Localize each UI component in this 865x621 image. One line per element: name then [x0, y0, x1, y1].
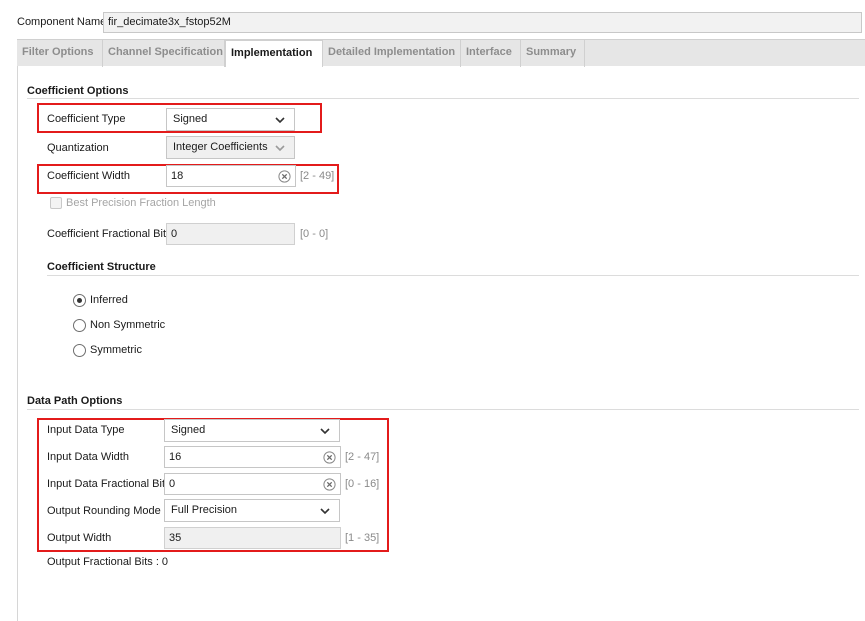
- output-fractional-bits-text: Output Fractional Bits : 0: [47, 556, 169, 568]
- coefficient-fractional-bits-input[interactable]: 0: [166, 223, 295, 245]
- input-data-type-label: Input Data Type: [47, 424, 125, 436]
- input-data-fractional-bits-value: 0: [169, 478, 176, 490]
- radio-symmetric[interactable]: [73, 344, 86, 357]
- output-rounding-mode-label: Output Rounding Mode: [47, 505, 161, 517]
- tab-summary[interactable]: Summary: [521, 40, 585, 67]
- output-rounding-mode-value: Full Precision: [171, 504, 238, 516]
- coefficient-options-title: Coefficient Options: [27, 85, 129, 97]
- component-name-field[interactable]: fir_decimate3x_fstop52M: [103, 12, 862, 33]
- output-width-input[interactable]: 35: [164, 527, 341, 549]
- output-width-range: [1 - 35]: [345, 532, 380, 544]
- coefficient-structure-title: Coefficient Structure: [47, 261, 156, 273]
- chevron-down-icon: [274, 114, 286, 126]
- clear-icon[interactable]: [323, 451, 336, 464]
- output-width-label: Output Width: [47, 532, 112, 544]
- radio-inferred-label: Inferred: [90, 294, 128, 306]
- coefficient-fractional-bits-value: 0: [171, 228, 178, 240]
- coefficient-width-input[interactable]: 18: [166, 165, 296, 187]
- output-width-value: 35: [169, 532, 182, 544]
- quantization-label: Quantization: [47, 142, 109, 154]
- coefficient-width-label: Coefficient Width: [47, 170, 130, 182]
- quantization-value: Integer Coefficients: [173, 141, 268, 153]
- tab-channel-specification[interactable]: Channel Specification: [103, 40, 225, 67]
- tab-interface[interactable]: Interface: [461, 40, 521, 67]
- data-path-options-title: Data Path Options: [27, 395, 123, 407]
- input-data-width-range: [2 - 47]: [345, 451, 380, 463]
- tab-detailed-implementation[interactable]: Detailed Implementation: [323, 40, 461, 67]
- input-data-width-value: 16: [169, 451, 182, 463]
- input-data-fractional-bits-input[interactable]: 0: [164, 473, 341, 495]
- tab-filter-options[interactable]: Filter Options: [17, 40, 103, 67]
- coefficient-type-label: Coefficient Type: [47, 113, 126, 125]
- coefficient-width-value: 18: [171, 170, 184, 182]
- coefficient-width-range: [2 - 49]: [300, 170, 335, 182]
- chevron-down-icon: [319, 425, 331, 437]
- quantization-select[interactable]: Integer Coefficients: [166, 136, 295, 159]
- divider: [47, 275, 859, 276]
- input-data-width-label: Input Data Width: [47, 451, 129, 463]
- tab-bar: Filter Options Channel Specification Imp…: [17, 39, 865, 67]
- input-data-fractional-bits-range: [0 - 16]: [345, 478, 380, 490]
- coefficient-fractional-bits-label: Coefficient Fractional Bits: [47, 228, 172, 240]
- input-data-type-value: Signed: [171, 424, 206, 436]
- radio-symmetric-label: Symmetric: [90, 344, 142, 356]
- best-precision-label: Best Precision Fraction Length: [66, 197, 216, 209]
- radio-non-symmetric[interactable]: [73, 319, 86, 332]
- radio-inferred[interactable]: [73, 294, 86, 307]
- input-data-fractional-bits-label: Input Data Fractional Bits: [47, 478, 171, 490]
- divider: [27, 409, 859, 410]
- tab-implementation[interactable]: Implementation: [225, 40, 323, 67]
- chevron-down-icon: [319, 505, 331, 517]
- chevron-down-icon: [274, 142, 286, 154]
- radio-non-symmetric-label: Non Symmetric: [90, 319, 166, 331]
- coefficient-type-value: Signed: [173, 113, 208, 125]
- best-precision-checkbox[interactable]: [50, 197, 62, 209]
- coefficient-type-select[interactable]: Signed: [166, 108, 295, 131]
- coefficient-fractional-bits-range: [0 - 0]: [300, 228, 329, 240]
- clear-icon[interactable]: [278, 170, 291, 183]
- clear-icon[interactable]: [323, 478, 336, 491]
- component-name-label: Component Name: [17, 16, 107, 28]
- input-data-width-input[interactable]: 16: [164, 446, 341, 468]
- input-data-type-select[interactable]: Signed: [164, 419, 340, 442]
- output-rounding-mode-select[interactable]: Full Precision: [164, 499, 340, 522]
- divider: [27, 98, 859, 99]
